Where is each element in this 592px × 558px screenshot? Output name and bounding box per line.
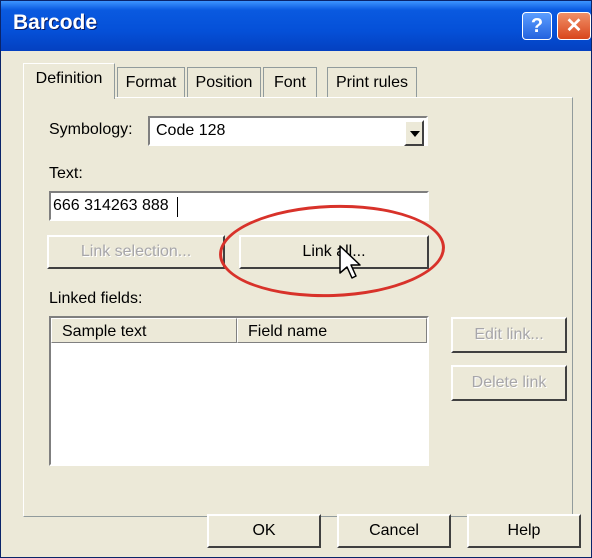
barcode-dialog: Barcode ? ✕ Definition Format Position F… bbox=[0, 0, 592, 558]
window-title: Barcode bbox=[13, 11, 98, 34]
text-label: Text: bbox=[49, 165, 83, 182]
close-button[interactable]: ✕ bbox=[557, 12, 591, 40]
help-title-button[interactable]: ? bbox=[522, 12, 552, 40]
column-sample-text[interactable]: Sample text bbox=[51, 318, 237, 343]
link-selection-button[interactable]: Link selection... bbox=[47, 235, 225, 269]
cancel-button[interactable]: Cancel bbox=[337, 514, 451, 548]
tab-print-rules[interactable]: Print rules bbox=[327, 67, 417, 97]
symbology-value: Code 128 bbox=[156, 122, 226, 139]
delete-link-button[interactable]: Delete link bbox=[451, 365, 567, 401]
help-button[interactable]: Help bbox=[467, 514, 581, 548]
dropdown-button[interactable] bbox=[404, 120, 424, 146]
text-caret bbox=[177, 197, 178, 217]
mouse-pointer-icon bbox=[339, 245, 361, 279]
column-field-name[interactable]: Field name bbox=[237, 318, 427, 343]
ok-button[interactable]: OK bbox=[207, 514, 321, 548]
chevron-down-icon bbox=[410, 131, 420, 137]
tab-definition[interactable]: Definition bbox=[23, 63, 115, 99]
text-input-value: 666 314263 888 bbox=[53, 197, 169, 214]
tab-font[interactable]: Font bbox=[263, 67, 317, 97]
tab-position[interactable]: Position bbox=[187, 67, 261, 97]
tab-format[interactable]: Format bbox=[117, 67, 185, 97]
symbology-select[interactable]: Code 128 bbox=[148, 116, 428, 146]
linked-fields-list[interactable]: Sample text Field name bbox=[49, 316, 429, 466]
edit-link-button[interactable]: Edit link... bbox=[451, 317, 567, 353]
linked-fields-label: Linked fields: bbox=[49, 290, 143, 307]
symbology-label: Symbology: bbox=[49, 121, 133, 138]
title-bar[interactable]: Barcode ? ✕ bbox=[1, 1, 591, 51]
